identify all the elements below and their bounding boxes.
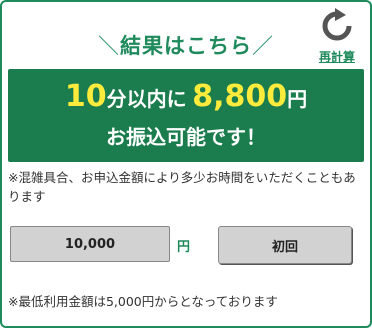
refresh-icon: [322, 8, 352, 41]
amount-value: 8,800: [192, 79, 288, 114]
first-time-button[interactable]: 初回: [218, 226, 352, 264]
minimum-amount-note: ※最低利用金額は5,000円からとなっております: [8, 294, 278, 309]
recalculate-button[interactable]: 再計算: [314, 8, 360, 64]
minutes-value: 10: [64, 79, 107, 114]
transfer-message: お振込可能です！: [106, 125, 266, 149]
recalculate-label: 再計算: [318, 50, 355, 64]
currency-label: 円: [177, 240, 191, 255]
heading-left-deco: ＼: [98, 34, 120, 58]
amount-unit: 円: [287, 87, 308, 111]
heading-right-deco: ／: [252, 34, 274, 58]
result-panel: 10分以内に 8,800円 お振込可能です！: [8, 69, 364, 162]
minutes-unit: 分以内に: [106, 87, 187, 111]
congestion-note: ※混雑具合、お申込金額により多少お時間をいただくこともあります: [8, 170, 356, 204]
heading-title: 結果はこちら: [120, 34, 252, 58]
amount-input[interactable]: 10,000: [10, 226, 170, 262]
result-time-amount: 10分以内に 8,800円: [8, 79, 364, 114]
